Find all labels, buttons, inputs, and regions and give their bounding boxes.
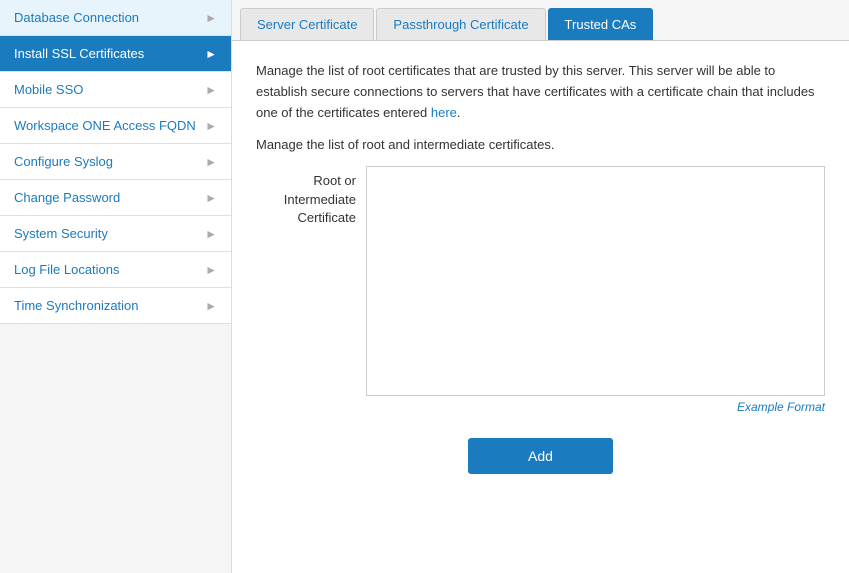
- sidebar-item-workspace-fqdn[interactable]: Workspace ONE Access FQDN►: [0, 108, 231, 144]
- sidebar-item-install-ssl[interactable]: Install SSL Certificates►: [0, 36, 231, 72]
- sidebar-label-configure-syslog: Configure Syslog: [14, 154, 205, 169]
- description-text: Manage the list of root certificates tha…: [256, 61, 825, 123]
- tab-bar: Server CertificatePassthrough Certificat…: [232, 0, 849, 41]
- sidebar-label-workspace-fqdn: Workspace ONE Access FQDN: [14, 118, 205, 133]
- here-link[interactable]: here: [431, 105, 457, 120]
- sidebar-item-change-password[interactable]: Change Password►: [0, 180, 231, 216]
- example-format-link[interactable]: Example Format: [737, 400, 825, 414]
- sidebar-item-database-connection[interactable]: Database Connection►: [0, 0, 231, 36]
- sidebar-label-database-connection: Database Connection: [14, 10, 205, 25]
- sidebar-label-change-password: Change Password: [14, 190, 205, 205]
- content-area: Manage the list of root certificates tha…: [232, 41, 849, 573]
- sidebar-item-mobile-sso[interactable]: Mobile SSO►: [0, 72, 231, 108]
- certificate-row: Root orIntermediateCertificate: [256, 166, 825, 396]
- add-button[interactable]: Add: [468, 438, 613, 474]
- chevron-icon: ►: [205, 227, 217, 241]
- sidebar-label-time-synchronization: Time Synchronization: [14, 298, 205, 313]
- chevron-icon: ►: [205, 47, 217, 61]
- chevron-icon: ►: [205, 299, 217, 313]
- tab-passthrough-cert[interactable]: Passthrough Certificate: [376, 8, 545, 40]
- sidebar-item-time-synchronization[interactable]: Time Synchronization►: [0, 288, 231, 324]
- sidebar-label-system-security: System Security: [14, 226, 205, 241]
- tab-trusted-cas[interactable]: Trusted CAs: [548, 8, 654, 40]
- chevron-icon: ►: [205, 263, 217, 277]
- main-content: Server CertificatePassthrough Certificat…: [232, 0, 849, 573]
- cert-label: Root orIntermediateCertificate: [256, 166, 366, 227]
- sidebar-label-install-ssl: Install SSL Certificates: [14, 46, 205, 61]
- certificate-textarea[interactable]: [366, 166, 825, 396]
- add-button-row: Add: [256, 438, 825, 474]
- chevron-icon: ►: [205, 155, 217, 169]
- tab-server-cert[interactable]: Server Certificate: [240, 8, 374, 40]
- chevron-icon: ►: [205, 119, 217, 133]
- sidebar-label-mobile-sso: Mobile SSO: [14, 82, 205, 97]
- sidebar-label-log-file-locations: Log File Locations: [14, 262, 205, 277]
- chevron-icon: ►: [205, 11, 217, 25]
- example-format-row: Example Format: [256, 400, 825, 414]
- sidebar: Database Connection►Install SSL Certific…: [0, 0, 232, 573]
- chevron-icon: ►: [205, 191, 217, 205]
- manage-intermediate-text: Manage the list of root and intermediate…: [256, 137, 825, 152]
- sidebar-item-configure-syslog[interactable]: Configure Syslog►: [0, 144, 231, 180]
- sidebar-item-system-security[interactable]: System Security►: [0, 216, 231, 252]
- chevron-icon: ►: [205, 83, 217, 97]
- sidebar-item-log-file-locations[interactable]: Log File Locations►: [0, 252, 231, 288]
